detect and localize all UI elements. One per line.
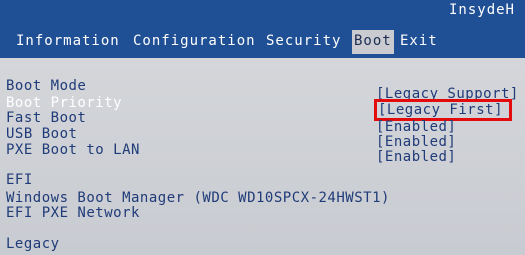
efi-heading: EFI	[6, 172, 33, 188]
bios-menu-bar: Information Configuration Security Boot …	[0, 28, 525, 56]
efi-boot-item[interactable]: EFI PXE Network	[6, 205, 140, 221]
boot-priority-value[interactable]: [Legacy First]	[378, 102, 503, 118]
tab-security[interactable]: Security	[266, 30, 341, 54]
pxe-boot-label[interactable]: PXE Boot to LAN	[6, 142, 140, 158]
usb-boot-value[interactable]: [Enabled]	[376, 134, 456, 150]
bios-screen: InsydeH Information Configuration Securi…	[0, 0, 525, 255]
usb-boot-label[interactable]: USB Boot	[6, 126, 77, 142]
tab-boot[interactable]: Boot	[352, 30, 394, 54]
boot-settings-panel: Boot Mode [Legacy Support] Boot Priority…	[0, 58, 525, 255]
boot-mode-label[interactable]: Boot Mode	[6, 78, 86, 94]
fast-boot-label[interactable]: Fast Boot	[6, 110, 86, 126]
legacy-heading: Legacy	[6, 236, 60, 252]
bios-header: InsydeH	[0, 0, 525, 28]
efi-boot-item[interactable]: Windows Boot Manager (WDC WD10SPCX-24HWS…	[6, 190, 390, 206]
bios-brand: InsydeH	[448, 2, 515, 18]
tab-exit[interactable]: Exit	[400, 30, 438, 54]
fast-boot-value[interactable]: [Enabled]	[376, 119, 456, 135]
tab-information[interactable]: Information	[16, 30, 120, 54]
tab-configuration[interactable]: Configuration	[133, 30, 256, 54]
boot-priority-label[interactable]: Boot Priority	[6, 95, 122, 111]
pxe-boot-value[interactable]: [Enabled]	[376, 149, 456, 165]
